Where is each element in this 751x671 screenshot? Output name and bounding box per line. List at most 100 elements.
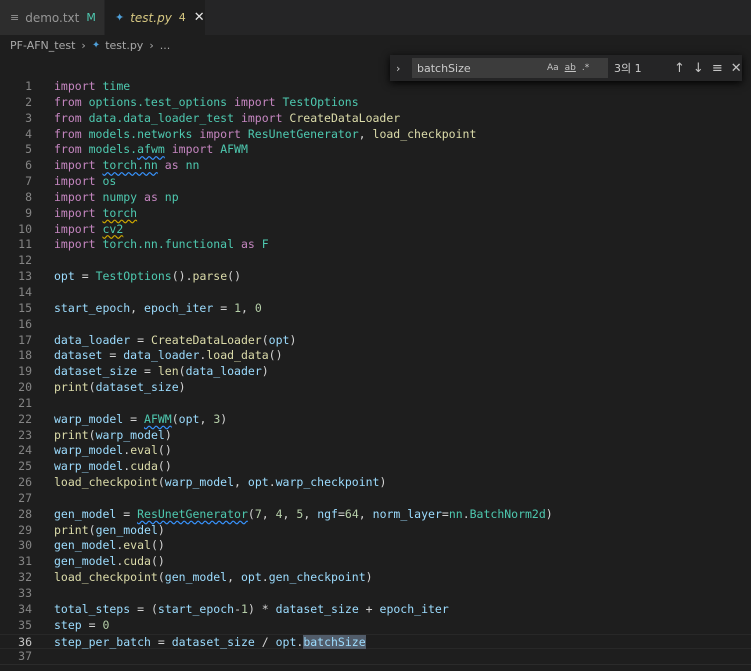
code-line[interactable]: 17 data_loader = CreateDataLoader(opt) (0, 333, 751, 349)
find-input[interactable] (417, 61, 541, 75)
code-line[interactable]: 24 warp_model.eval() (0, 443, 751, 459)
arrow-up-icon[interactable]: ↑ (674, 61, 685, 76)
close-icon[interactable]: ✕ (731, 61, 742, 76)
code-token: print (54, 427, 89, 442)
code-line[interactable]: 28 gen_model = ResUnetGenerator(7, 4, 5, … (0, 507, 751, 523)
breadcrumb-file[interactable]: test.py (105, 39, 143, 52)
line-number: 6 (25, 158, 32, 173)
code-line[interactable]: 4 from models.networks import ResUnetGene… (0, 127, 751, 143)
code-token: , (303, 506, 318, 521)
code-line[interactable]: 27 (0, 491, 751, 507)
code-token: ) (247, 601, 262, 616)
code-token: = (137, 364, 158, 379)
code-line[interactable]: 15 start_epoch, epoch_iter = 1, 0 (0, 301, 751, 317)
code-line[interactable]: 3 from data.data_loader_test import Creat… (0, 111, 751, 127)
code-line[interactable]: 30 gen_model.eval() (0, 538, 751, 554)
code-line[interactable]: 6 import torch.nn as nn (0, 158, 751, 174)
line-number: 34 (18, 601, 32, 616)
line-code: import time (54, 79, 130, 95)
code-token: ) (261, 364, 269, 379)
line-number: 27 (18, 490, 32, 505)
code-token: ( (171, 411, 179, 426)
code-line[interactable]: 7 import os (0, 174, 751, 190)
code-line[interactable]: 19 dataset_size = len(data_loader) (0, 364, 751, 380)
code-token: (). (171, 269, 193, 284)
code-line[interactable]: 14 (0, 285, 751, 301)
line-code: warp_model.eval() (54, 443, 172, 459)
line-number: 11 (18, 237, 32, 252)
code-token: ( (157, 570, 165, 585)
line-number: 37 (18, 649, 32, 664)
code-line[interactable]: 21 (0, 396, 751, 412)
code-line[interactable]: 18 dataset = data_loader.load_data() (0, 348, 751, 364)
close-icon[interactable]: ✕ (194, 10, 205, 25)
match-whole-word-icon[interactable]: ab (565, 63, 576, 73)
code-line[interactable]: 26 load_checkpoint(warp_model, opt.warp_c… (0, 475, 751, 491)
code-line[interactable]: 2 from options.test_options import TestOp… (0, 95, 751, 111)
code-line[interactable]: 11 import torch.nn.functional as F (0, 237, 751, 253)
arrow-down-icon[interactable]: ↓ (693, 61, 704, 76)
line-number: 2 (25, 94, 32, 109)
code-line[interactable]: 8 import numpy as np (0, 190, 751, 206)
code-token: opt (240, 570, 262, 585)
code-token: ) (220, 411, 228, 426)
code-line[interactable]: 33 (0, 586, 751, 602)
code-line[interactable]: 5 from models.afwm import AFWM (0, 142, 751, 158)
code-line[interactable]: 23 print(warp_model) (0, 428, 751, 444)
code-line[interactable]: 31 gen_model.cuda() (0, 554, 751, 570)
code-token: as (234, 237, 262, 252)
code-line[interactable]: 34 total_steps = (start_epoch-1) * datase… (0, 602, 751, 618)
code-line[interactable]: 16 (0, 317, 751, 333)
breadcrumb-symbols[interactable]: ... (160, 39, 171, 52)
code-editor[interactable]: 1 import time 2 from options.test_options i… (0, 79, 751, 671)
line-number: 18 (18, 348, 32, 363)
tab-test-py[interactable]: ✦ test.py 4 ✕ (105, 0, 205, 35)
code-token: cuda (130, 459, 158, 474)
code-token: warp_model (54, 443, 124, 458)
code-line[interactable]: 12 (0, 253, 751, 269)
code-token: AFWM (220, 142, 248, 157)
code-line[interactable]: 37 (0, 649, 751, 665)
code-line[interactable]: 1 import time (0, 79, 751, 95)
line-number: 8 (25, 189, 32, 204)
code-token: numpy (102, 189, 138, 204)
code-token: TestOptions (95, 269, 172, 284)
code-token: dataset_size (275, 601, 359, 616)
line-number: 20 (18, 380, 32, 395)
code-line[interactable]: 10 import cv2 (0, 222, 751, 238)
match-count: 3의 1 (614, 62, 642, 75)
code-token: from (54, 94, 89, 109)
code-line[interactable]: 32 load_checkpoint(gen_model, opt.gen_che… (0, 570, 751, 586)
code-token: = (150, 634, 172, 649)
code-line[interactable]: 22 warp_model = AFWM(opt, 3) (0, 412, 751, 428)
code-token: warp_model (164, 475, 235, 490)
code-line[interactable]: 13 opt = TestOptions().parse() (0, 269, 751, 285)
code-token: data.data_loader_test (88, 110, 241, 125)
match-case-icon[interactable]: Aa (547, 63, 559, 73)
problems-count-badge: 4 (178, 11, 186, 24)
line-code: print(gen_model) (54, 523, 165, 539)
use-regex-icon[interactable]: .* (582, 63, 589, 73)
code-token: , (241, 300, 255, 315)
code-line[interactable]: 36 step_per_batch = dataset_size / opt.ba… (0, 633, 751, 650)
tab-demo-txt[interactable]: ≡ demo.txt M (0, 0, 105, 35)
horizontal-scrollbar[interactable] (0, 664, 751, 671)
code-line[interactable]: 25 warp_model.cuda() (0, 459, 751, 475)
line-number: 29 (18, 522, 32, 537)
code-line[interactable]: 20 print(dataset_size) (0, 380, 751, 396)
find-in-selection-icon[interactable]: ≡ (712, 61, 723, 76)
code-line[interactable]: 35 step = 0 (0, 618, 751, 634)
code-token: afwm (137, 142, 165, 157)
code-token: () (157, 443, 172, 458)
toggle-replace-chevron-icon[interactable]: › (396, 62, 408, 75)
code-token: TestOptions (282, 94, 359, 109)
code-token: 4 (275, 506, 283, 521)
code-token: . (462, 506, 470, 521)
code-line[interactable]: 29 print(gen_model) (0, 523, 751, 539)
code-line[interactable]: 9 import torch (0, 206, 751, 222)
code-token: from (54, 142, 89, 157)
code-token: opt (268, 332, 290, 347)
breadcrumb-folder[interactable]: PF-AFN_test (10, 39, 75, 52)
code-token: import (54, 221, 103, 236)
code-token: ) (379, 475, 387, 490)
